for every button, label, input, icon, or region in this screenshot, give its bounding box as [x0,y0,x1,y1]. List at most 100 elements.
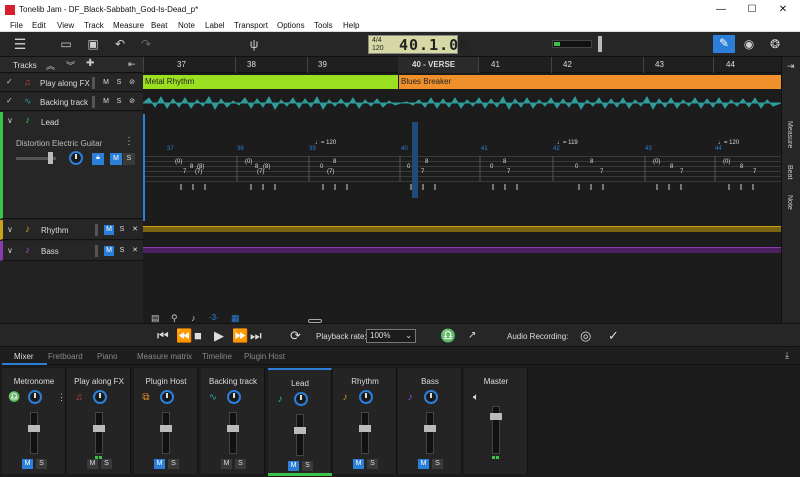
solo-button[interactable]: S [117,225,127,235]
solo-button[interactable]: S [36,459,47,469]
bass-track-lane[interactable] [143,247,781,253]
master-volume-handle[interactable] [598,36,602,52]
mute-button[interactable]: M [104,246,114,256]
tuner-fork-icon[interactable]: ψ [246,36,262,52]
expand-chevron-icon[interactable]: ✓ [6,77,13,86]
menu-help[interactable]: Help [343,21,359,30]
remove-track-button[interactable]: ✕ [130,225,140,235]
volume-fader[interactable] [162,412,170,454]
measure-ruler[interactable]: 37 38 39 40 - VERSE 41 42 43 44 [143,57,781,73]
dock-right-icon[interactable]: ⇥ [787,61,795,72]
menu-tools[interactable]: Tools [314,21,333,30]
mute-button[interactable]: M [101,97,111,107]
fast-forward-icon[interactable]: ⏩ [232,328,248,344]
volume-bar[interactable] [92,77,95,89]
stop-icon[interactable]: ■ [194,328,202,344]
track-row-backing-track[interactable]: ✓ ∿ Backing track M S ⊘ [0,93,143,111]
maximize-button[interactable]: ☐ [741,3,763,17]
lead-tablature[interactable]: 37 38 39 40 41 42 43 44 ♩= 120 ♩= 119 ♩=… [143,114,781,221]
pan-knob[interactable] [227,390,241,404]
mute-button[interactable]: M [221,459,232,469]
note-value-icon[interactable]: ♪ [191,313,196,323]
volume-slider-handle[interactable] [48,152,53,164]
triplet-icon[interactable]: -3- [209,313,219,322]
view-eye-icon[interactable]: ◉ [741,36,757,52]
undo-icon[interactable]: ↶ [112,36,128,52]
pan-knob[interactable] [93,390,107,404]
menu-file[interactable]: File [10,21,23,30]
expand-chevron-icon[interactable]: ✓ [6,96,13,105]
menu-options[interactable]: Options [277,21,305,30]
monitor-off-icon[interactable]: ⊘ [127,78,137,88]
fader-handle[interactable] [227,425,239,432]
open-folder-icon[interactable]: ▭ [58,36,74,52]
layers-icon[interactable]: ❂ [767,36,783,52]
mute-button[interactable]: M [418,459,429,469]
lock-icon[interactable]: 🔒︎ [92,153,104,165]
fader-handle[interactable] [490,413,502,420]
fader-handle[interactable] [160,425,172,432]
add-track-icon[interactable]: ✚ [86,58,94,69]
tab-note[interactable]: Note [786,195,793,210]
minimize-button[interactable]: — [710,3,732,17]
pan-knob[interactable] [424,390,438,404]
remove-track-button[interactable]: ✕ [130,246,140,256]
track-row-play-along-fx[interactable]: ✓ ♫ Play along FX M S ⊘ [0,74,143,92]
rhythm-track-lane[interactable] [143,226,781,232]
loop-icon[interactable]: ⟳ [290,328,301,344]
pan-knob[interactable] [294,392,308,406]
expand-chevron-icon[interactable]: ∨ [7,225,13,234]
redo-icon[interactable]: ↷ [138,36,154,52]
track-row-rhythm[interactable]: ∨ ♪ Rhythm M S ✕ [0,220,143,240]
tab-beat[interactable]: Beat [786,165,793,179]
expand-chevron-icon[interactable]: ∨ [7,246,13,255]
go-to-end-icon[interactable]: ⏭ [250,328,262,344]
solo-button[interactable]: S [302,461,313,471]
volume-fader[interactable] [296,414,304,456]
edit-pencil-icon[interactable]: ✎ [713,35,735,53]
volume-bar[interactable] [95,224,98,236]
solo-button[interactable]: S [114,78,124,88]
pan-knob[interactable] [28,390,42,404]
expand-all-icon[interactable]: ︾ [66,59,75,72]
mute-button[interactable]: M [22,459,33,469]
menu-measure[interactable]: Measure [113,21,144,30]
more-options-icon[interactable]: ⋮ [57,392,66,403]
mute-button[interactable]: M [154,459,165,469]
tab-mixer[interactable]: Mixer [14,352,34,361]
volume-fader[interactable] [95,412,103,454]
close-window-button[interactable]: ✕ [772,3,794,17]
menu-label[interactable]: Label [205,21,225,30]
volume-fader[interactable] [30,412,38,454]
volume-bar[interactable] [95,245,98,257]
tab-fretboard[interactable]: Fretboard [48,352,83,361]
tab-timeline[interactable]: Timeline [202,352,232,361]
menu-transport[interactable]: Transport [234,21,268,30]
collapse-all-icon[interactable]: ︽ [46,59,55,72]
record-target-icon[interactable]: ◎ [580,328,591,344]
backing-track-waveform[interactable] [143,95,781,111]
fader-handle[interactable] [28,425,40,432]
count-in-icon[interactable]: ↗ [468,328,476,344]
tab-piano[interactable]: Piano [97,352,117,361]
volume-fader[interactable] [426,412,434,454]
mute-button[interactable]: M [101,78,111,88]
mute-button[interactable]: M [87,459,98,469]
fader-handle[interactable] [424,425,436,432]
rewind-icon[interactable]: ⏪ [176,328,192,344]
volume-fader[interactable] [361,412,369,454]
menu-beat[interactable]: Beat [151,21,167,30]
solo-button[interactable]: S [117,246,127,256]
track-row-bass[interactable]: ∨ ♪ Bass M S ✕ [0,241,143,261]
save-icon[interactable]: ▣ [85,36,101,52]
pan-knob[interactable] [160,390,174,404]
solo-button[interactable]: S [123,153,135,165]
pan-knob[interactable] [359,390,373,404]
dock-down-icon[interactable]: ⤓ [785,350,789,361]
mute-button[interactable]: M [104,225,114,235]
confirm-check-icon[interactable]: ✓ [608,328,619,344]
fader-handle[interactable] [93,425,105,432]
solo-button[interactable]: S [432,459,443,469]
monitor-off-icon[interactable]: ⊘ [127,97,137,107]
solo-button[interactable]: S [235,459,246,469]
